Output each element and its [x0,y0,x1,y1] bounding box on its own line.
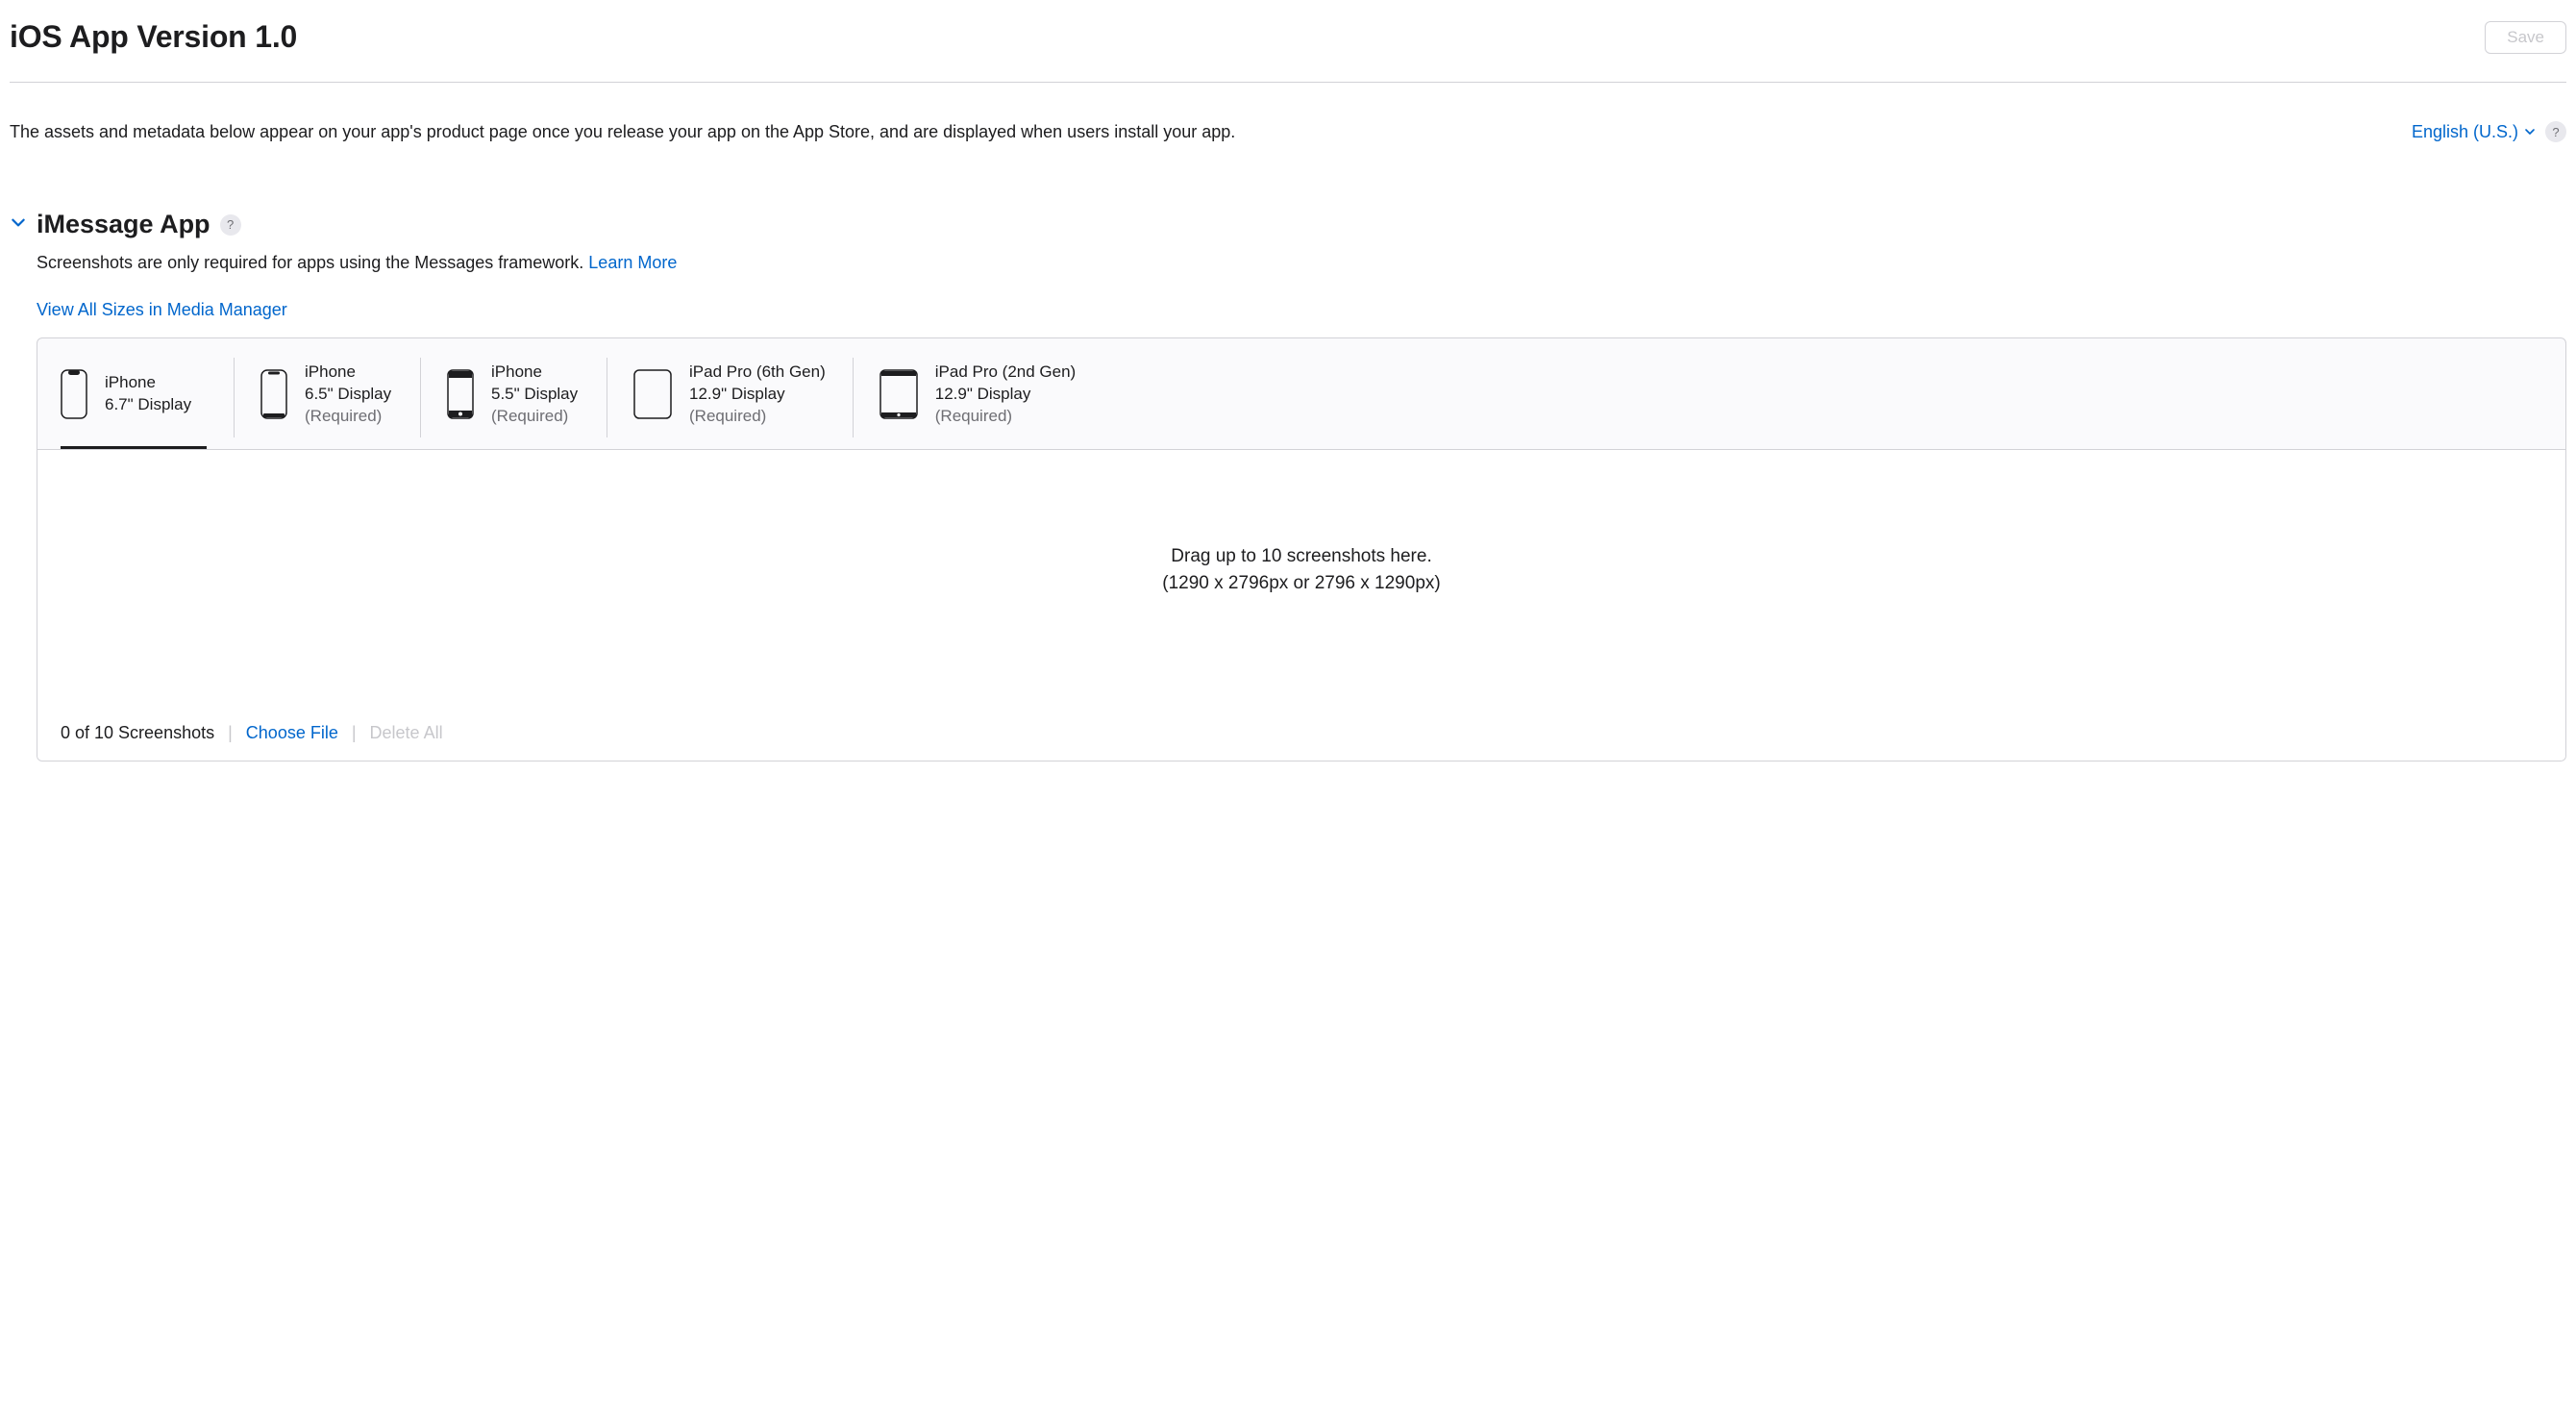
device-line2: 12.9" Display [935,384,1076,406]
device-line2: 6.7" Display [105,394,191,416]
ipad-icon [879,369,918,419]
choose-file-link[interactable]: Choose File [246,723,338,743]
iphone-icon [61,369,87,419]
dropzone-line1: Drag up to 10 screenshots here. [57,546,2546,567]
language-selector[interactable]: English (U.S.) [2412,122,2536,142]
language-label: English (U.S.) [2412,122,2518,142]
device-line1: iPhone [491,362,578,384]
device-required: (Required) [935,406,1076,428]
device-line1: iPad Pro (2nd Gen) [935,362,1076,384]
help-icon[interactable]: ? [2545,121,2566,142]
language-group: English (U.S.) ? [2412,121,2566,142]
device-labels: iPhone 6.5" Display (Required) [305,362,391,428]
separator: | [352,723,357,743]
device-labels: iPad Pro (6th Gen) 12.9" Display (Requir… [689,362,826,428]
description-row: The assets and metadata below appear on … [10,83,2566,142]
screenshot-count: 0 of 10 Screenshots [61,723,214,743]
section-sub-label: Screenshots are only required for apps u… [37,253,588,272]
screenshot-dropzone[interactable]: Drag up to 10 screenshots here. (1290 x … [37,450,2565,710]
device-line1: iPad Pro (6th Gen) [689,362,826,384]
device-required: (Required) [491,406,578,428]
media-manager-link[interactable]: View All Sizes in Media Manager [37,300,287,320]
device-line2: 5.5" Display [491,384,578,406]
chevron-down-icon[interactable] [10,213,27,236]
device-required: (Required) [689,406,826,428]
device-labels: iPhone 6.7" Display [105,372,191,416]
learn-more-link[interactable]: Learn More [588,253,677,272]
page-header: iOS App Version 1.0 Save [10,19,2566,83]
tab-ipad-pro-2[interactable]: iPad Pro (2nd Gen) 12.9" Display (Requir… [866,356,1102,449]
separator: | [228,723,233,743]
section-header: iMessage App ? [10,210,2566,239]
device-required: (Required) [305,406,391,428]
page-title: iOS App Version 1.0 [10,19,297,55]
ipad-icon [633,369,672,419]
device-panel: iPhone 6.7" Display iPhone 6.5" Display … [37,337,2566,761]
tab-ipad-pro-6[interactable]: iPad Pro (6th Gen) 12.9" Display (Requir… [620,356,853,449]
dropzone-line2: (1290 x 2796px or 2796 x 1290px) [57,573,2546,594]
iphone-icon [260,369,287,419]
help-icon[interactable]: ? [220,214,241,236]
device-labels: iPhone 5.5" Display (Required) [491,362,578,428]
device-line2: 6.5" Display [305,384,391,406]
device-line1: iPhone [105,372,191,394]
delete-all-link[interactable]: Delete All [370,723,443,743]
device-labels: iPad Pro (2nd Gen) 12.9" Display (Requir… [935,362,1076,428]
tab-iphone-6-5[interactable]: iPhone 6.5" Display (Required) [247,356,420,449]
section-title: iMessage App [37,210,211,239]
save-button[interactable]: Save [2485,21,2566,54]
section-subtext: Screenshots are only required for apps u… [37,253,2566,273]
device-line2: 12.9" Display [689,384,826,406]
tab-iphone-5-5[interactable]: iPhone 5.5" Display (Required) [433,356,607,449]
imessage-section: iMessage App ? Screenshots are only requ… [10,210,2566,761]
iphone-icon [447,369,474,419]
device-tabs: iPhone 6.7" Display iPhone 6.5" Display … [37,338,2565,449]
description-text: The assets and metadata below appear on … [10,122,1235,142]
device-line1: iPhone [305,362,391,384]
panel-footer: 0 of 10 Screenshots | Choose File | Dele… [37,710,2565,761]
tab-iphone-6-7[interactable]: iPhone 6.7" Display [61,356,234,449]
chevron-down-icon [2524,122,2536,142]
